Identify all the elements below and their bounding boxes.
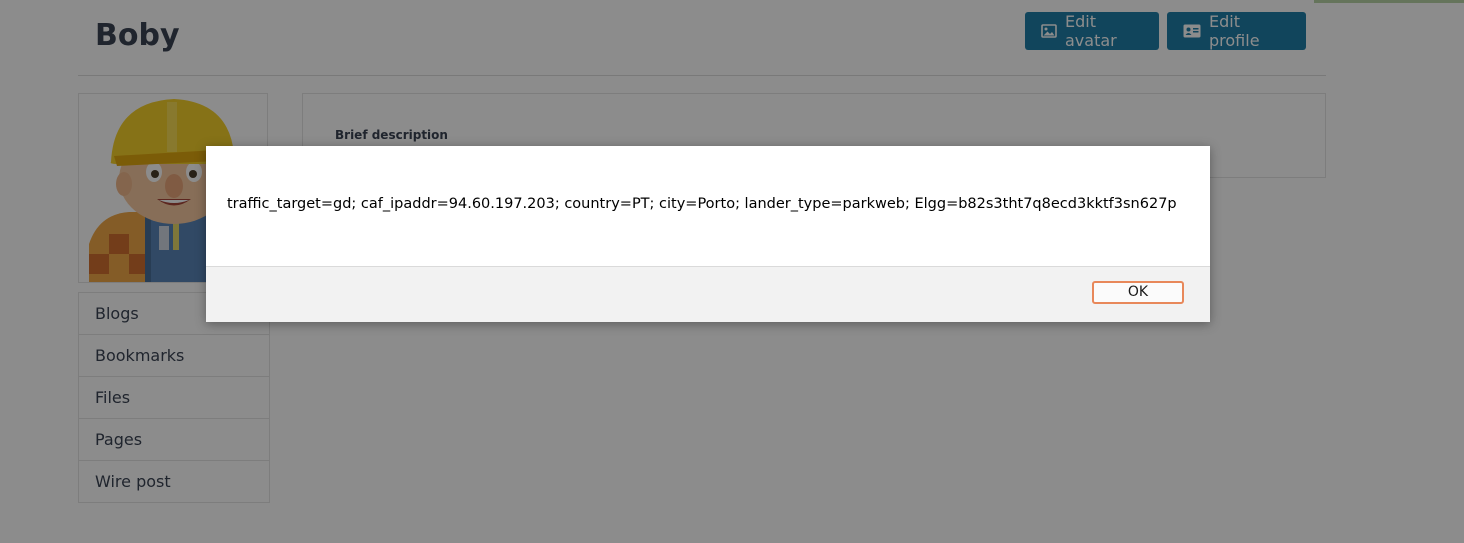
alert-dialog-body: traffic_target=gd; caf_ipaddr=94.60.197.…	[206, 146, 1210, 266]
alert-dialog-footer: OK	[206, 266, 1210, 322]
alert-dialog: traffic_target=gd; caf_ipaddr=94.60.197.…	[206, 146, 1210, 322]
profile-page: Boby Edit avatar Edit profile Blogs Book…	[0, 0, 1464, 543]
ok-button[interactable]: OK	[1092, 281, 1184, 304]
alert-message: traffic_target=gd; caf_ipaddr=94.60.197.…	[227, 196, 1177, 212]
